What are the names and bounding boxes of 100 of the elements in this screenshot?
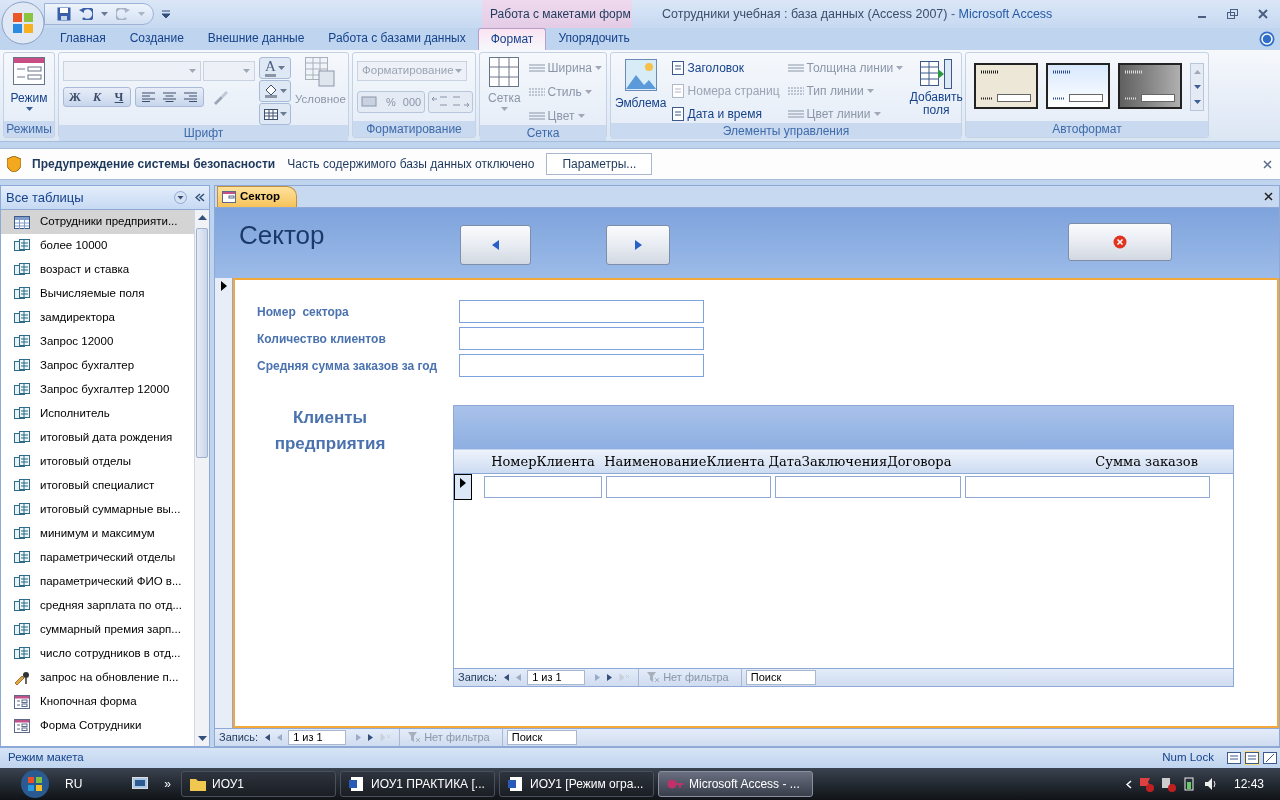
ribbon-tab[interactable]: Работа с базами данных [316,28,478,50]
design-view-icon[interactable] [1262,751,1278,765]
document-tab[interactable]: Сектор [217,186,297,207]
search-field[interactable]: Поиск [506,730,577,745]
show-desktop-icon[interactable] [132,777,149,791]
italic-button[interactable]: К [86,88,108,106]
control-item[interactable]: Заголовок [670,59,780,77]
save-icon[interactable] [57,7,71,21]
nav-item[interactable]: замдиректора [1,306,194,330]
record-position-field[interactable]: 1 из 1 [527,670,586,685]
nav-item[interactable]: Запрос бухгалтер [1,354,194,378]
key-icon [667,777,684,791]
query-icon [14,527,30,541]
nav-item[interactable]: Кнопочная форма [1,690,194,714]
text-field[interactable] [484,476,602,498]
network-icon[interactable] [1159,776,1176,792]
undo-icon[interactable] [79,8,93,20]
underline-button[interactable]: Ч [108,88,130,106]
text-field[interactable] [606,476,771,498]
taskbar-button[interactable]: ИОУ1 [181,771,337,797]
text-field[interactable] [459,354,704,377]
scroll-thumb[interactable] [196,228,208,458]
align-left-icon[interactable] [142,92,155,102]
control-item[interactable]: Дата и время [670,105,780,123]
first-record-icon[interactable] [501,673,511,682]
taskbar-button[interactable]: ИОУ1 ПРАКТИКА [... [340,771,496,797]
add-fields-icon [920,59,953,89]
collapse-icon[interactable] [195,193,205,202]
scrollbar[interactable] [194,210,209,746]
align-right-icon[interactable] [184,92,197,102]
bold-button[interactable]: Ж [64,88,86,106]
nav-item[interactable]: Исполнитель [1,402,194,426]
close-icon[interactable] [1263,159,1272,169]
nav-item[interactable]: Вычисляемые поля [1,282,194,306]
gallery-scroll[interactable] [1190,63,1204,111]
group-label: Автоформат [966,121,1208,137]
help-icon[interactable] [1259,31,1275,47]
close-icon[interactable] [1264,192,1273,201]
next-record-button[interactable] [606,225,671,265]
search-field[interactable]: Поиск [745,670,816,685]
nav-item[interactable]: возраст и ставка [1,258,194,282]
nav-item[interactable]: итоговый отделы [1,450,194,474]
dropdown-icon[interactable] [174,191,187,204]
language-indicator[interactable]: RU [65,775,83,793]
chevron-icon[interactable] [1125,779,1132,789]
nav-item[interactable]: более 10000 [1,234,194,258]
font-color-button[interactable]: A [259,57,291,79]
form-icon [14,695,30,709]
text-field[interactable] [459,327,704,350]
autoformat-style[interactable] [1118,63,1182,109]
ribbon-tab[interactable]: Формат [477,28,547,50]
form-view-icon[interactable] [1226,751,1242,765]
record-selector[interactable] [454,474,472,500]
nav-item[interactable]: число сотрудников в отд... [1,642,194,666]
nav-item[interactable]: Запрос 12000 [1,330,194,354]
start-button[interactable] [18,769,52,799]
restore-icon[interactable] [1227,9,1238,19]
nav-item[interactable]: параметрический отделы [1,546,194,570]
ribbon-tab[interactable]: Упорядочить [546,28,642,50]
text-field[interactable] [965,476,1210,498]
ribbon-tab[interactable]: Создание [117,28,196,50]
options-button[interactable]: Параметры... [546,153,653,175]
flag-icon[interactable] [1137,776,1154,792]
nav-item[interactable]: параметрический ФИО в... [1,570,194,594]
layout-view-icon[interactable] [1244,751,1260,765]
first-record-icon[interactable] [262,733,272,742]
logo-button[interactable]: Эмблема [615,57,667,112]
text-field[interactable] [459,300,704,323]
office-button[interactable] [1,1,45,45]
overflow-icon[interactable]: » [164,775,172,793]
ribbon-tab[interactable]: Главная [48,28,118,50]
record-position-field[interactable]: 1 из 1 [288,730,347,745]
customize-toolbar-icon[interactable] [162,10,170,18]
previous-record-button[interactable] [460,225,532,265]
nav-item[interactable]: суммарный премия зарп... [1,618,194,642]
security-warning-title: Предупреждение системы безопасности [32,156,276,173]
close-form-button[interactable] [1068,223,1173,261]
nav-item[interactable]: Запрос бухгалтер 12000 [1,378,194,402]
align-center-icon[interactable] [163,92,176,102]
close-icon[interactable] [1258,9,1268,19]
view-mode-button[interactable]: Режим [8,57,50,111]
taskbar-button[interactable]: ИОУ1 [Режим огра... [499,771,655,797]
nav-item[interactable]: минимум и максимум [1,522,194,546]
nav-item[interactable]: Сотрудники предприяти... [1,210,194,234]
ribbon-tab[interactable]: Внешние данные [195,28,317,50]
text-field[interactable] [775,476,961,498]
add-fields-button[interactable]: Добавить поля [907,57,966,117]
nav-item[interactable]: Форма Сотрудники [1,714,194,738]
line-style-icon [787,86,804,96]
nav-item[interactable]: итоговый суммарные вы... [1,498,194,522]
gridlines-button[interactable] [259,103,291,125]
column-header: ДатаЗаключенияДоговора [767,452,953,471]
taskbar-button[interactable]: Microsoft Access - ... [658,771,814,797]
nav-item[interactable]: итоговый дата рождения [1,426,194,450]
nav-item[interactable]: итоговый специалист [1,474,194,498]
nav-item[interactable]: запрос на обновление п... [1,666,194,690]
autoformat-style[interactable] [974,63,1038,109]
nav-item[interactable]: средняя зарплата по отд... [1,594,194,618]
fill-color-button[interactable] [259,80,291,102]
autoformat-style[interactable] [1046,63,1110,109]
